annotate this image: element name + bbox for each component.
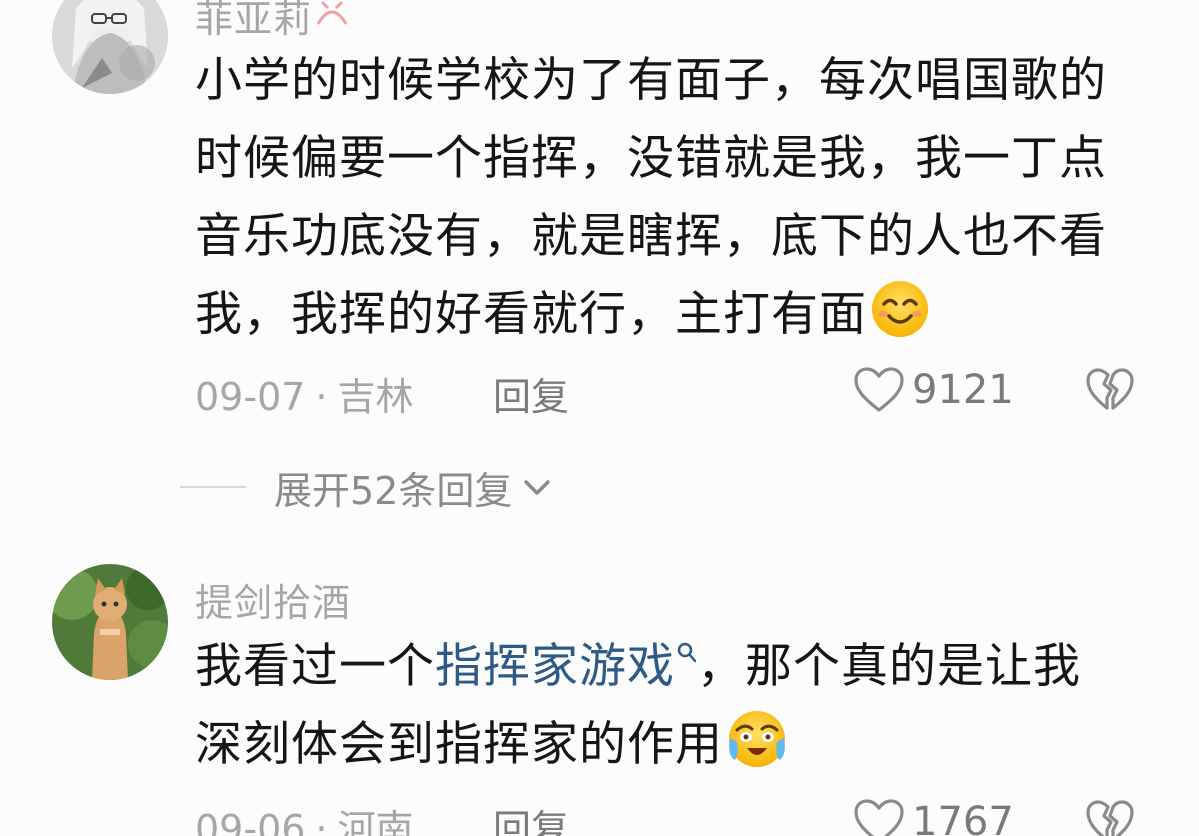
search-icon <box>677 642 697 663</box>
comment-content: 我看过一个指挥家游戏 ，那个真的是让我 深刻体会到指挥家的作用 <box>195 628 1155 794</box>
comment-location: 河南 <box>337 807 414 836</box>
comment-line: 深刻体会到指挥家的作用 <box>195 706 1155 794</box>
comment-line-text: 我，我挥的好看就行，主打有面 <box>195 287 867 342</box>
separator-dot: · <box>315 807 328 836</box>
like-count: 9121 <box>912 367 1014 413</box>
comment-meta: 09-07 · 吉林 <box>195 366 414 421</box>
comment-line: 我，我挥的好看就行，主打有面 <box>195 276 1155 364</box>
comment-line: 我看过一个指挥家游戏 ，那个真的是让我 <box>195 628 1155 706</box>
username-text: 菲亚莉 <box>195 0 313 41</box>
comment-line-text: 我看过一个 <box>195 639 435 694</box>
comment-line: 音乐功底没有，就是瞎挥，底下的人也不看 <box>195 209 1107 264</box>
comment-location: 吉林 <box>337 375 414 419</box>
like-button[interactable]: 1767 <box>852 796 1014 836</box>
expand-replies[interactable]: 展开52条回复 <box>180 462 554 513</box>
comment-meta: 09-06 · 河南 <box>195 798 414 836</box>
comments-page: 菲亚莉 小学的时候学校为了有面子，每次唱国歌的 时候偏要一个指挥，没错就是我，我… <box>0 0 1199 836</box>
username[interactable]: 提剑拾酒 <box>195 572 351 627</box>
comment-content: 小学的时候学校为了有面子，每次唱国歌的 时候偏要一个指挥，没错就是我，我一丁点 … <box>195 42 1155 364</box>
expand-replies-label: 展开52条回复 <box>274 468 513 513</box>
comment-line: 时候偏要一个指挥，没错就是我，我一丁点 <box>195 131 1107 186</box>
avatar[interactable] <box>52 564 168 680</box>
smiling-face-icon <box>869 278 931 364</box>
comment-line: 小学的时候学校为了有面子，每次唱国歌的 <box>195 53 1107 108</box>
broken-heart-icon <box>1086 368 1134 410</box>
search-keyword-link[interactable]: 指挥家游戏 <box>435 639 697 694</box>
username[interactable]: 菲亚莉 <box>195 0 350 43</box>
comment-date: 09-07 <box>195 375 306 419</box>
comment-date: 09-06 <box>195 807 306 836</box>
comment-item: 提剑拾酒 我看过一个指挥家游戏 ，那个真的是让我 深刻体会到指挥家的作用 09-0… <box>0 560 1199 836</box>
comment-item: 菲亚莉 小学的时候学校为了有面子，每次唱国歌的 时候偏要一个指挥，没错就是我，我… <box>0 0 1199 450</box>
reply-button[interactable]: 回复 <box>493 366 569 421</box>
comment-line-text: 深刻体会到指挥家的作用 <box>195 717 723 772</box>
comment-line-text: ，那个真的是让我 <box>697 639 1081 694</box>
angry-face-icon <box>316 0 348 25</box>
separator-dot: · <box>315 375 328 419</box>
chevron-down-icon <box>524 480 551 495</box>
like-count: 1767 <box>912 799 1014 836</box>
dislike-button[interactable] <box>1085 366 1135 418</box>
like-button[interactable]: 9121 <box>852 364 1014 416</box>
broken-heart-icon <box>1086 800 1134 836</box>
reply-button[interactable]: 回复 <box>493 798 569 836</box>
heart-icon <box>854 799 904 836</box>
tears-of-joy-icon <box>725 708 789 794</box>
avatar[interactable] <box>52 0 168 94</box>
dislike-button[interactable] <box>1085 798 1135 836</box>
heart-icon <box>854 367 904 412</box>
search-keyword-text: 指挥家游戏 <box>435 639 675 694</box>
divider <box>180 486 246 488</box>
